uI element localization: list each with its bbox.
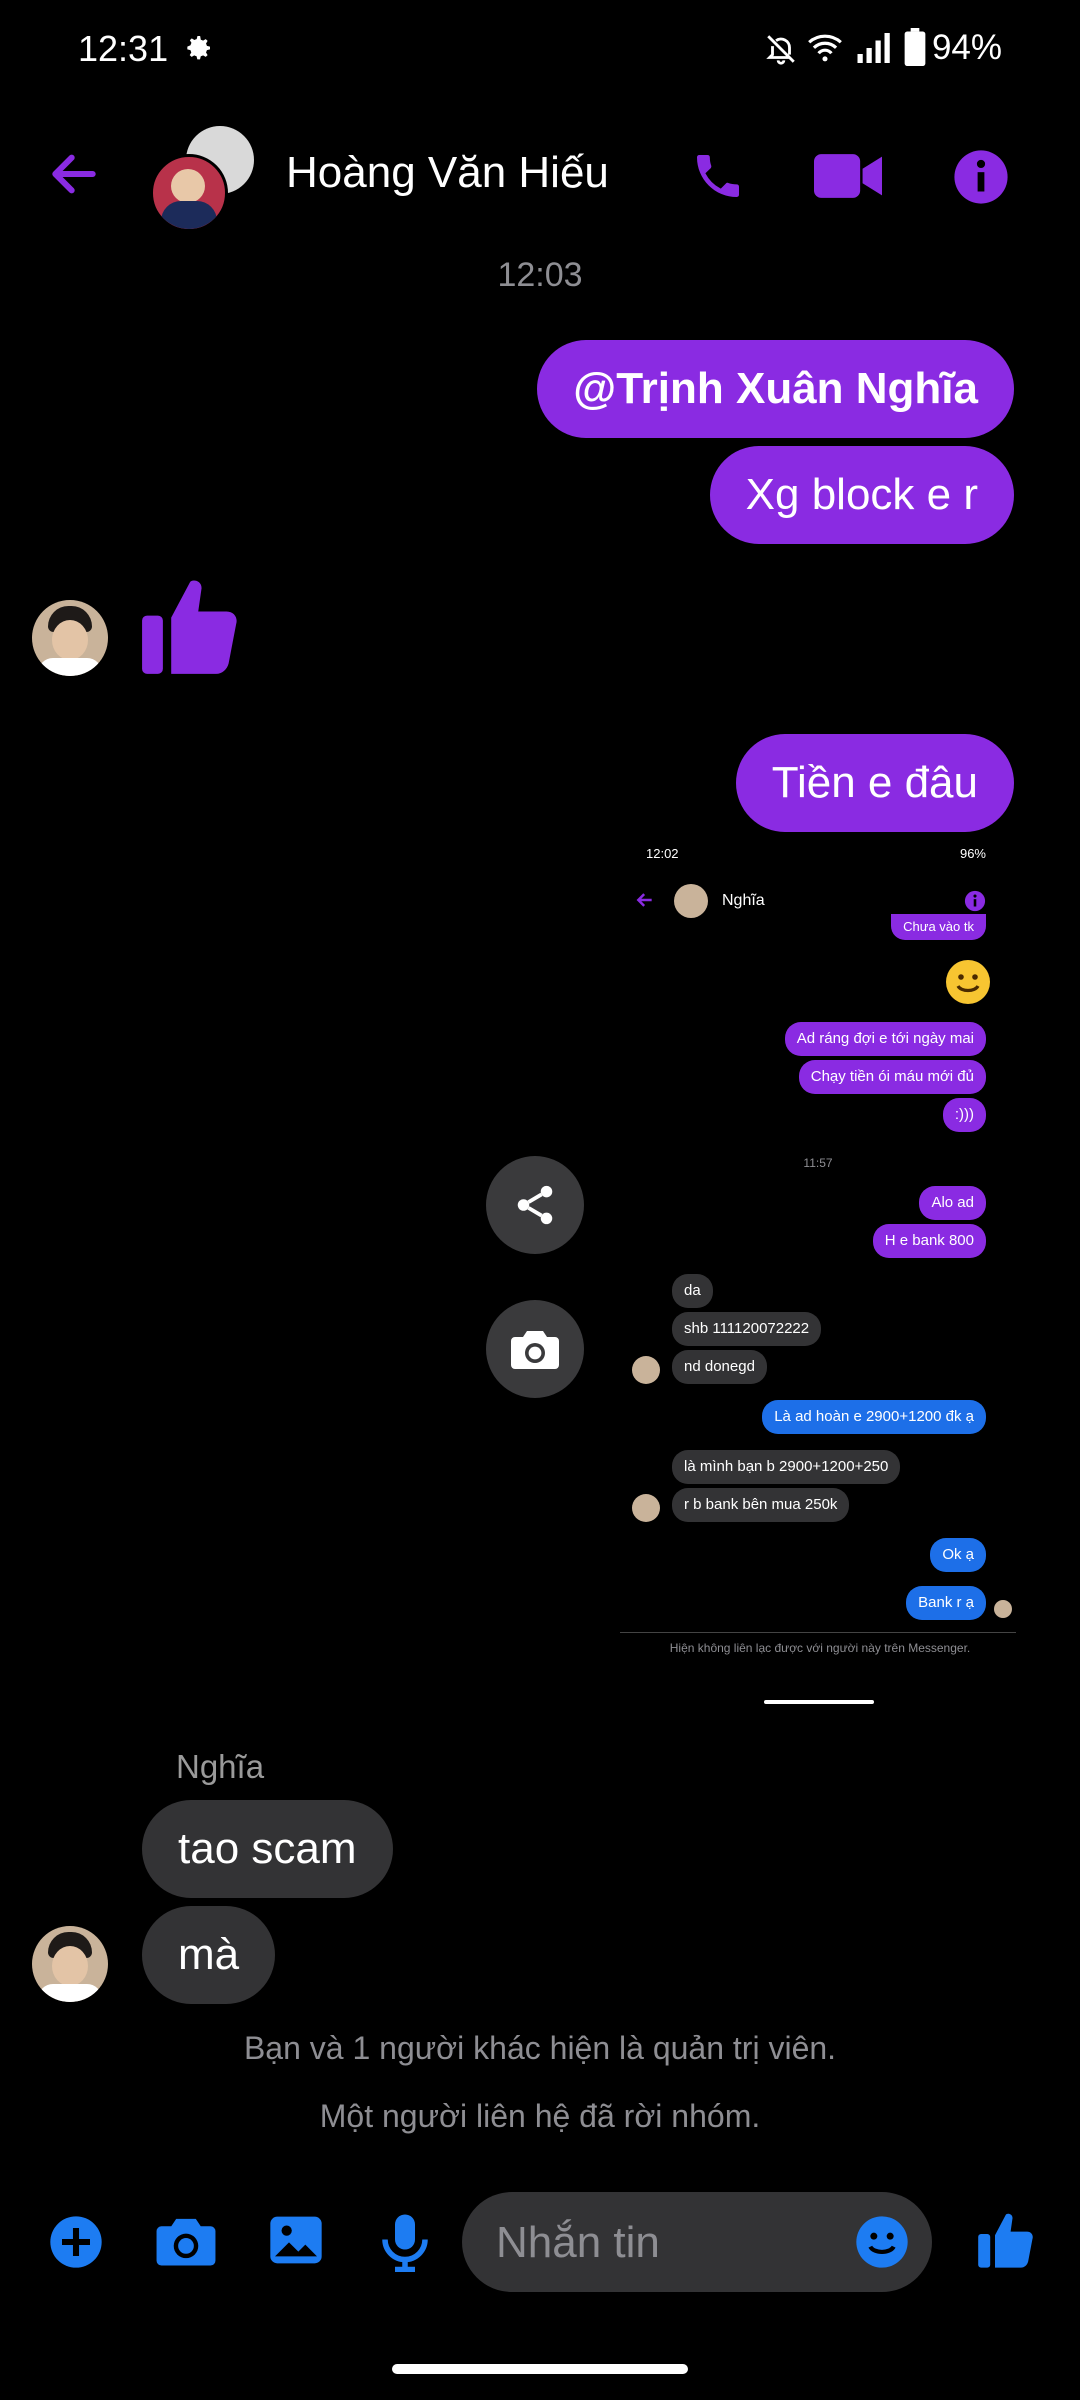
incoming-message[interactable]: tao scam bbox=[142, 1800, 393, 1898]
share-button[interactable] bbox=[486, 1156, 584, 1254]
microphone-icon[interactable] bbox=[380, 2212, 430, 2277]
mini-message: H e bank 800 bbox=[872, 1224, 986, 1258]
timestamp: 12:03 bbox=[497, 256, 583, 294]
mini-timestamp: 11:57 bbox=[803, 1156, 833, 1170]
back-arrow-icon[interactable] bbox=[44, 146, 104, 207]
group-avatar[interactable] bbox=[150, 126, 258, 232]
outgoing-message[interactable]: @Trịnh Xuân Nghĩa bbox=[537, 340, 1014, 438]
mini-message: Là ad hoàn e 2900+1200 đk ạ bbox=[762, 1400, 986, 1434]
mini-avatar bbox=[674, 884, 708, 918]
mini-info-icon bbox=[964, 890, 986, 916]
mini-home-bar bbox=[764, 1700, 874, 1704]
mini-message: là mình bạn b 2900+1200+250 bbox=[672, 1450, 901, 1484]
mini-avatar bbox=[632, 1494, 660, 1522]
message-input[interactable] bbox=[494, 2192, 838, 2294]
mute-icon bbox=[764, 32, 798, 71]
mini-avatar bbox=[632, 1356, 660, 1384]
video-call-icon[interactable] bbox=[814, 150, 882, 207]
mini-message: Ok ạ bbox=[930, 1538, 986, 1572]
mini-message: da bbox=[672, 1274, 713, 1308]
settings-icon bbox=[182, 32, 214, 69]
like-icon[interactable] bbox=[978, 2210, 1036, 2275]
info-icon[interactable] bbox=[952, 148, 1010, 211]
outgoing-message[interactable]: Tiền e đâu bbox=[735, 734, 1014, 832]
mini-message: :))) bbox=[942, 1098, 986, 1132]
gallery-icon[interactable] bbox=[268, 2212, 324, 2273]
sender-name: Nghĩa bbox=[176, 1748, 265, 1785]
mini-footer-note: Hiện không liên lạc được với người này t… bbox=[669, 1641, 971, 1655]
phone-icon[interactable] bbox=[690, 148, 746, 209]
home-indicator[interactable] bbox=[392, 2364, 688, 2374]
shared-screenshot[interactable]: 12:02 96% Nghĩa Chưa vào tk Ad ráng đợi … bbox=[620, 836, 1016, 1720]
mini-message: Chạy tiền ói máu mới đủ bbox=[798, 1060, 986, 1094]
camera-icon[interactable] bbox=[156, 2214, 216, 2273]
avatar[interactable] bbox=[32, 1926, 108, 2002]
battery-icon bbox=[904, 28, 926, 71]
mini-message: r b bank bên mua 250k bbox=[672, 1488, 850, 1522]
message-input-container[interactable] bbox=[462, 2192, 932, 2294]
battery-percent: 94% bbox=[931, 28, 1002, 67]
incoming-message[interactable]: mà bbox=[142, 1906, 276, 2004]
status-time: 12:31 bbox=[78, 28, 169, 69]
camera-button[interactable] bbox=[486, 1300, 584, 1398]
mini-message: Chưa vào tk bbox=[891, 914, 986, 940]
mini-message: Ad ráng đợi e tới ngày mai bbox=[784, 1022, 986, 1056]
mini-back-arrow-icon bbox=[634, 890, 656, 914]
system-message: Bạn và 1 người khác hiện là quản trị viê… bbox=[243, 2030, 837, 2066]
mini-message: Bank r ạ bbox=[906, 1586, 986, 1620]
mini-contact-name: Nghĩa bbox=[722, 892, 765, 909]
emoji-icon[interactable] bbox=[854, 2214, 910, 2275]
mini-smile-emoji-icon bbox=[944, 958, 992, 1010]
mini-status-time: 12:02 bbox=[646, 846, 679, 861]
thumbs-up-icon[interactable] bbox=[142, 574, 242, 683]
signal-icon bbox=[856, 32, 892, 69]
wifi-icon bbox=[806, 30, 844, 69]
add-icon[interactable] bbox=[48, 2214, 104, 2275]
mini-avatar bbox=[994, 1600, 1012, 1618]
conversation-title[interactable]: Hoàng Văn Hiếu bbox=[286, 148, 609, 198]
mini-divider bbox=[620, 1632, 1016, 1633]
mini-battery: 96% bbox=[959, 846, 986, 861]
mini-message: Alo ad bbox=[919, 1186, 986, 1220]
system-message: Một người liên hệ đã rời nhóm. bbox=[319, 2098, 761, 2134]
avatar[interactable] bbox=[32, 600, 108, 676]
mini-message: nd donegd bbox=[672, 1350, 767, 1384]
mini-message: shb 111120072222 bbox=[672, 1312, 822, 1346]
outgoing-message[interactable]: Xg block e r bbox=[709, 446, 1014, 544]
